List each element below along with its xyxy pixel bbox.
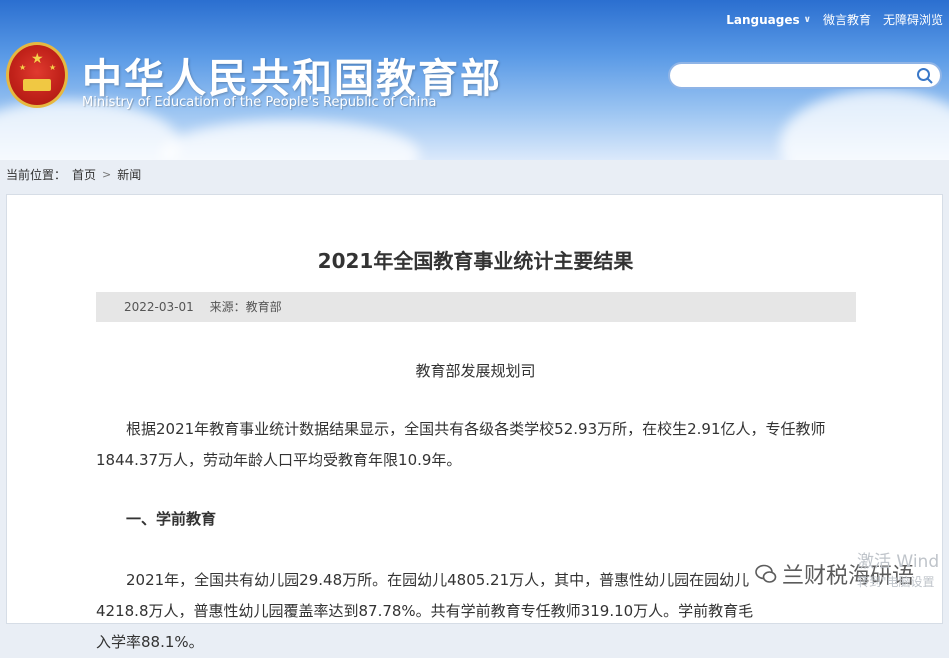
publish-date: 2022-03-01 [124, 300, 194, 314]
activation-title: 激活 Wind [857, 552, 940, 572]
cloud-decoration [160, 120, 420, 160]
activation-subtitle: 转到"电脑设置 [857, 575, 935, 589]
dandelion-decoration [780, 90, 949, 160]
weiyan-education-link[interactable]: 微言教育 [823, 11, 871, 28]
windows-activation-notice: 激活 Wind 转到"电脑设置 [857, 552, 939, 592]
breadcrumb-label: 当前位置： [6, 168, 67, 182]
section-heading: 一、学前教育 [126, 510, 217, 528]
breadcrumb-news-link[interactable]: 新闻 [117, 166, 141, 183]
search-icon[interactable] [916, 67, 934, 85]
article-paragraph: 2021年，全国共有幼儿园29.48万所。在园幼儿4805.21万人，其中，普惠… [96, 571, 754, 651]
top-links: Languages ∨ 微言教育 无障碍浏览 [726, 11, 943, 28]
languages-dropdown[interactable]: Languages ∨ [726, 13, 811, 27]
search-box [668, 62, 942, 89]
article-paragraph: 根据2021年教育事业统计数据结果显示，全国共有各级各类学校52.93万所，在校… [96, 420, 826, 469]
tiananmen-gate-icon [23, 79, 51, 91]
languages-label: Languages [726, 12, 800, 27]
department-name: 教育部发展规划司 [415, 362, 536, 380]
article-title: 2021年全国教育事业统计主要结果 [317, 249, 634, 273]
national-emblem-logo[interactable]: ★ ★ ★ [6, 42, 68, 108]
breadcrumb-home-link[interactable]: 首页 [72, 166, 96, 183]
article-source: 来源：教育部 [209, 300, 282, 314]
site-title-english: Ministry of Education of the People's Re… [82, 95, 437, 110]
star-icon: ★ [31, 51, 44, 67]
chevron-right-icon: > [102, 168, 112, 181]
star-icon: ★ [49, 63, 57, 72]
breadcrumb: 当前位置： 首页 > 新闻 [6, 166, 141, 183]
wechat-icon [755, 564, 777, 583]
article-meta-bar: 2022-03-01 来源：教育部 [96, 292, 856, 322]
site-header: ★ ★ ★ 中华人民共和国教育部 Ministry of Education o… [0, 0, 949, 160]
chevron-down-icon: ∨ [803, 14, 811, 25]
search-input[interactable] [682, 68, 906, 86]
accessibility-link[interactable]: 无障碍浏览 [883, 11, 943, 28]
star-icon: ★ [19, 63, 27, 72]
